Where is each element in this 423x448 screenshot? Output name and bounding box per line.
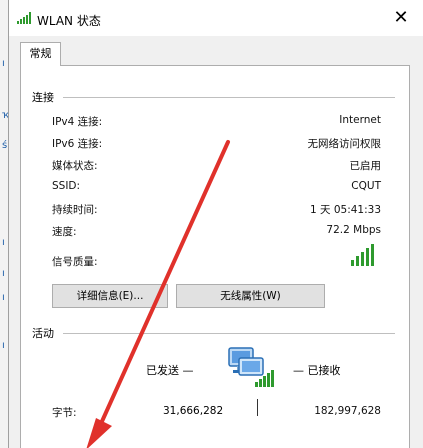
window-title: WLAN 状态 (37, 14, 101, 28)
background-mark: ś (2, 140, 8, 151)
signal-quality-label: 信号质量: (52, 256, 98, 268)
tab-general[interactable]: 常规 (20, 42, 61, 66)
ipv4-value: Internet (339, 114, 381, 126)
ssid-value: CQUT (351, 180, 381, 192)
media-state-label: 媒体状态: (52, 160, 98, 172)
received-label: — 已接收 (293, 364, 341, 377)
close-button[interactable]: ✕ (379, 0, 423, 36)
background-mark: ı (2, 237, 5, 248)
ipv4-label: IPv4 连接: (52, 116, 103, 128)
ipv6-value: 无网络访问权限 (307, 138, 382, 150)
sent-label: 已发送 — (146, 364, 194, 377)
group-divider (63, 97, 395, 98)
activity-group-title: 活动 (32, 327, 54, 340)
connection-group-title: 连接 (32, 91, 54, 104)
wifi-signal-icon (17, 12, 31, 24)
wireless-properties-button[interactable]: 无线属性(W) (176, 284, 325, 308)
ipv6-label: IPv6 连接: (52, 138, 103, 150)
title-bar[interactable]: WLAN 状态 ✕ (9, 0, 423, 36)
bytes-sent-value: 31,666,282 (163, 405, 224, 417)
background-mark: ı (2, 58, 5, 69)
details-button[interactable]: 详细信息(E)... (52, 284, 168, 308)
speed-label: 速度: (52, 226, 77, 238)
duration-value: 1 天 05:41:33 (309, 204, 381, 216)
background-mark: ı (2, 340, 5, 351)
media-state-value: 已启用 (349, 160, 382, 172)
bytes-received-value: 182,997,628 (314, 405, 381, 417)
general-panel: 连接 IPv4 连接: Internet IPv6 连接: 无网络访问权限 媒体… (20, 65, 410, 448)
duration-label: 持续时间: (52, 204, 98, 216)
background-mark: ı (2, 268, 5, 279)
signal-bars-icon (351, 244, 374, 266)
bytes-divider (257, 399, 258, 416)
group-divider (63, 333, 395, 334)
bytes-label: 字节: (52, 407, 77, 419)
ssid-label: SSID: (52, 180, 81, 192)
background-mark: ı (2, 292, 5, 303)
wlan-status-dialog: WLAN 状态 ✕ 常规 连接 IPv4 连接: Internet IPv6 连… (8, 0, 423, 448)
speed-value: 72.2 Mbps (326, 224, 381, 236)
network-activity-icon (228, 347, 274, 387)
